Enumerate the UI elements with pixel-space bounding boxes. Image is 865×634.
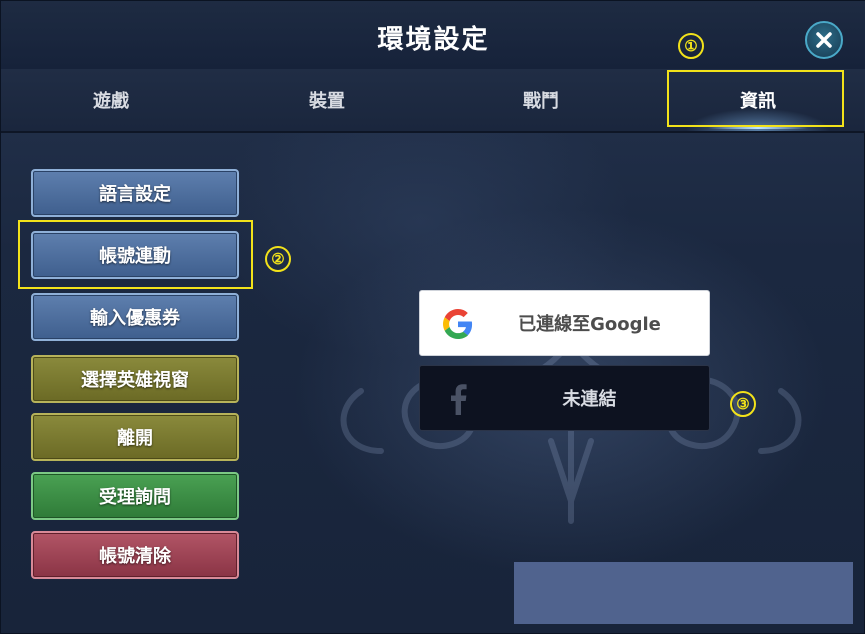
close-icon <box>816 32 832 48</box>
google-icon <box>442 308 474 340</box>
google-link-button[interactable]: 已連線至Google <box>419 290 710 356</box>
coupon-input-button[interactable]: 輸入優惠券 <box>31 293 239 341</box>
exit-button[interactable]: 離開 <box>31 413 239 461</box>
facebook-link-button[interactable]: 未連結 <box>419 365 710 431</box>
language-settings-button[interactable]: 語言設定 <box>31 169 239 217</box>
marker-number-1: ① <box>678 33 704 59</box>
tab-bar: 遊戲 裝置 戰鬥 資訊 <box>1 69 865 133</box>
dialog-title: 環境設定 <box>377 25 490 55</box>
hero-select-window-button[interactable]: 選擇英雄視窗 <box>31 355 239 403</box>
account-delete-button[interactable]: 帳號清除 <box>31 531 239 579</box>
google-link-label: 已連線至Google <box>518 314 661 335</box>
tab-battle[interactable]: 戰鬥 <box>451 69 631 131</box>
tab-info[interactable]: 資訊 <box>668 69 848 131</box>
facebook-link-label: 未連結 <box>562 389 617 410</box>
tab-game[interactable]: 遊戲 <box>21 69 201 131</box>
tab-device[interactable]: 裝置 <box>237 69 417 131</box>
marker-number-3: ③ <box>730 391 756 417</box>
title-bar: 環境設定 <box>1 1 865 70</box>
bottom-panel <box>514 562 853 624</box>
settings-dialog: 環境設定 遊戲 裝置 戰鬥 資訊 語言設定 帳號連動 輸入優惠券 選擇英雄視窗 … <box>0 0 865 634</box>
facebook-icon <box>442 383 474 415</box>
support-inquiry-button[interactable]: 受理詢問 <box>31 472 239 520</box>
account-link-button[interactable]: 帳號連動 <box>31 231 239 279</box>
marker-number-2: ② <box>265 246 291 272</box>
close-button[interactable] <box>805 21 843 59</box>
